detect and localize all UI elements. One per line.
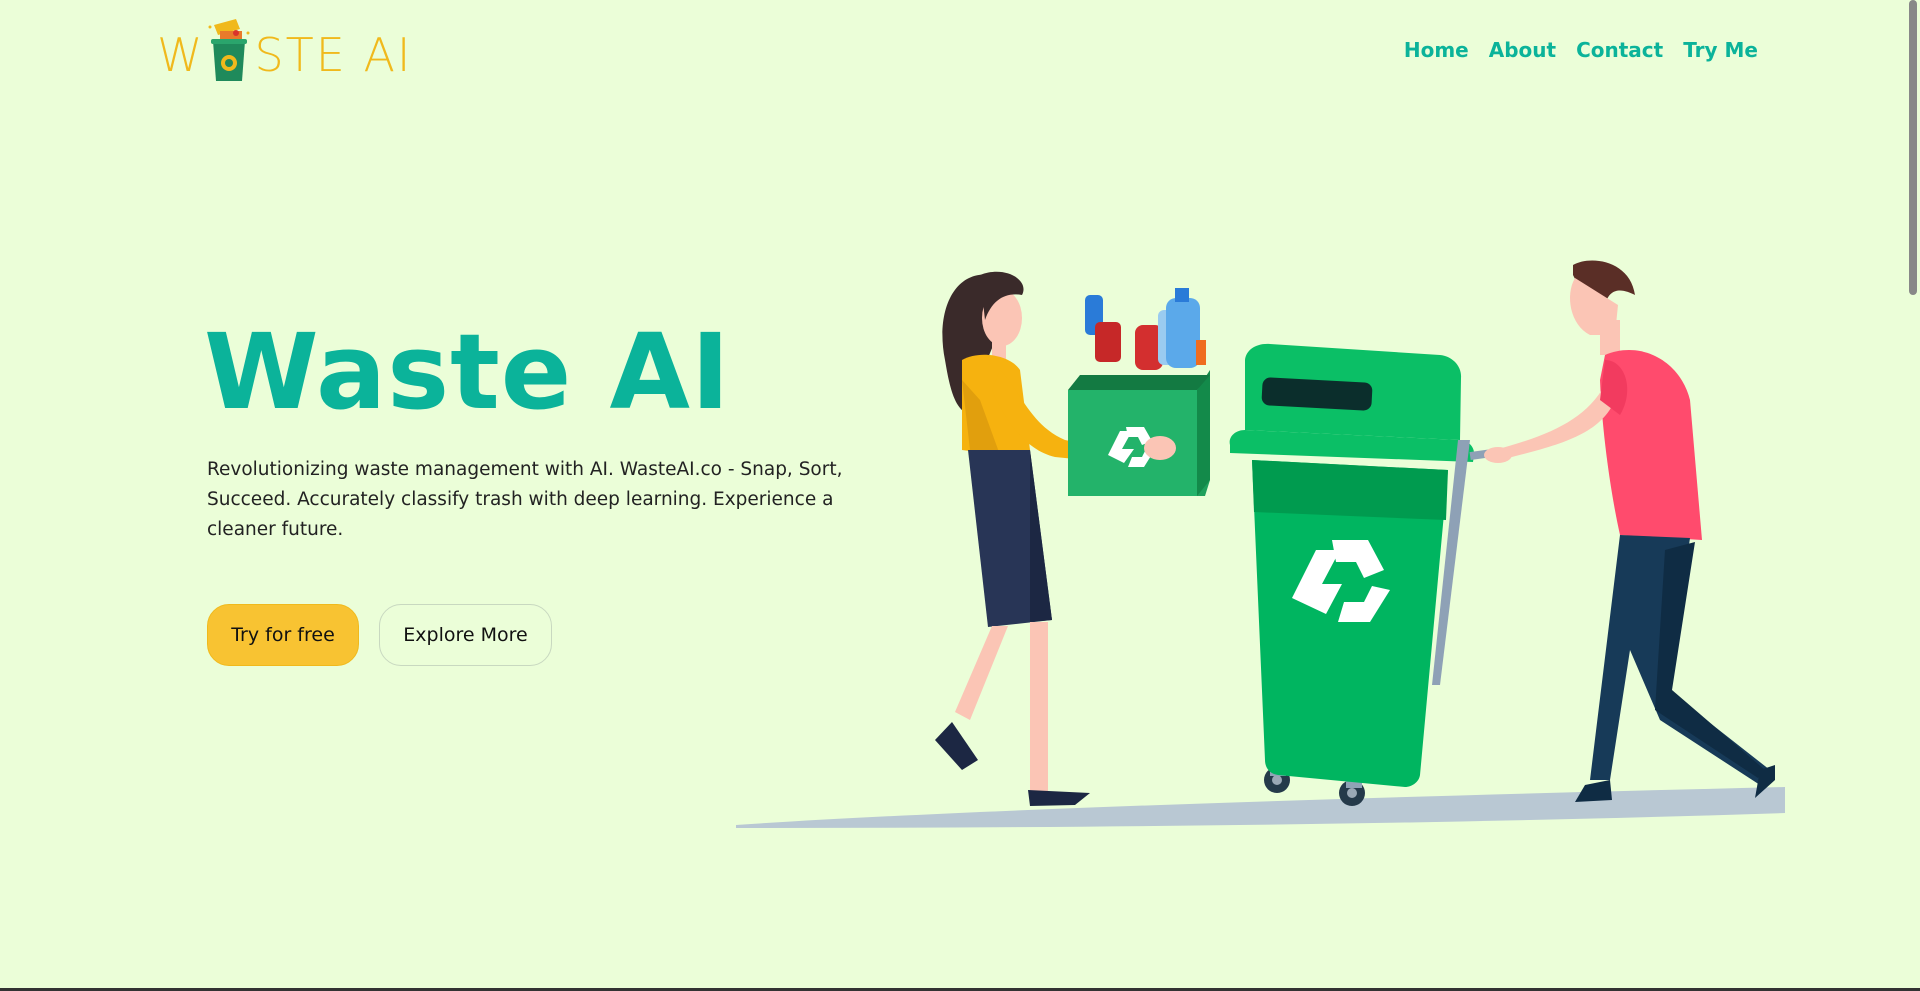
nav-contact[interactable]: Contact bbox=[1576, 38, 1663, 62]
woman-figure bbox=[935, 271, 1104, 806]
nav-try-me[interactable]: Try Me bbox=[1683, 38, 1758, 62]
try-for-free-button[interactable]: Try for free bbox=[207, 604, 359, 666]
recycling-illustration bbox=[736, 260, 1785, 828]
man-figure bbox=[1484, 260, 1775, 802]
nav-about[interactable]: About bbox=[1489, 38, 1556, 62]
main-nav: Home About Contact Try Me bbox=[1404, 38, 1758, 62]
logo-letter-w: W bbox=[157, 28, 205, 82]
ground-shadow bbox=[736, 787, 1785, 828]
green-recycle-bin bbox=[1229, 343, 1501, 806]
scrollbar-thumb[interactable] bbox=[1909, 0, 1917, 295]
trash-bin-logo-icon bbox=[208, 19, 250, 81]
logo-text-rest: STE AI bbox=[254, 28, 413, 82]
scrollbar-track[interactable] bbox=[1908, 0, 1920, 991]
logo[interactable]: W STE AI bbox=[157, 19, 413, 90]
explore-more-button[interactable]: Explore More bbox=[379, 604, 552, 666]
recycling-box bbox=[1068, 288, 1210, 496]
hero-title: Waste AI bbox=[204, 311, 731, 433]
nav-home[interactable]: Home bbox=[1404, 38, 1469, 62]
